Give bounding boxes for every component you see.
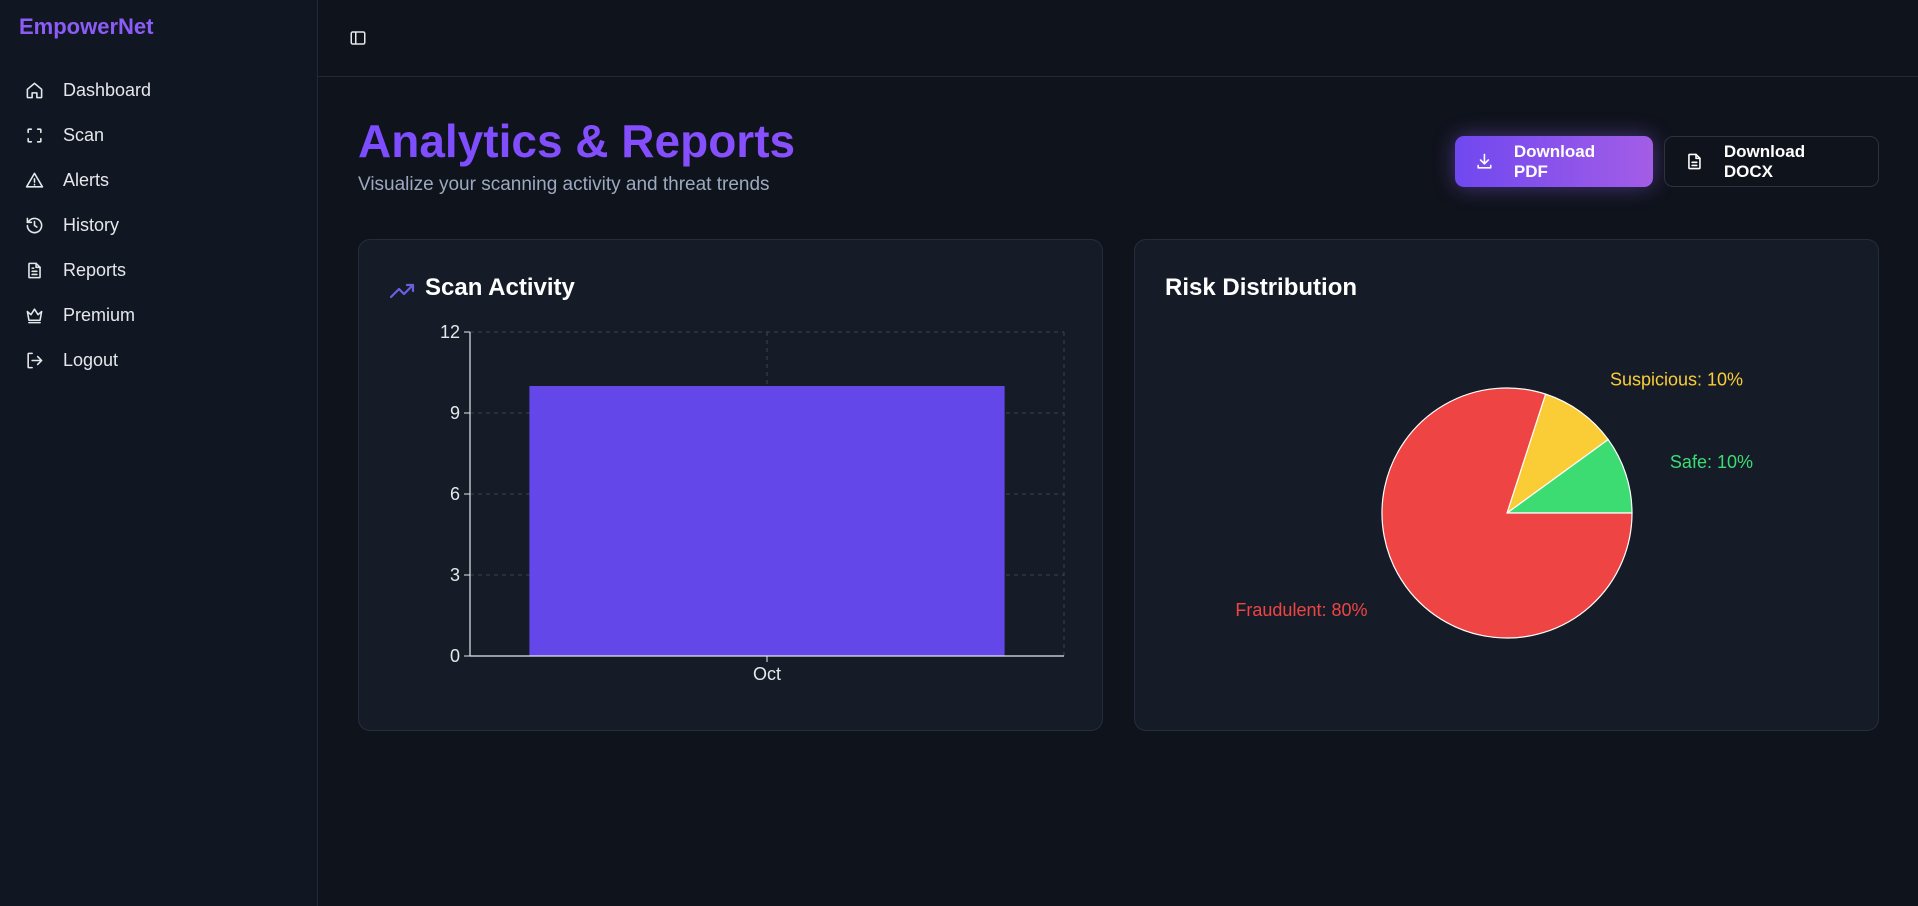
sidebar-item-dashboard[interactable]: Dashboard	[0, 68, 317, 113]
download-pdf-label: Download PDF	[1513, 141, 1596, 181]
history-icon	[24, 216, 44, 236]
scan-icon	[24, 126, 44, 146]
sidebar-item-label: Dashboard	[63, 80, 152, 100]
cards-row: Scan Activity 0 3 6 9 12 Oct Risk Distributio…	[358, 238, 1879, 731]
document-icon	[24, 261, 44, 281]
document-icon	[1688, 153, 1701, 170]
sidebar-item-alerts[interactable]: Alerts	[0, 158, 317, 203]
main-area: Analytics & Reports Visualize your scann…	[318, 0, 1918, 906]
pie-label-suspicious: Suspicious: 10%	[1610, 369, 1743, 389]
sidebar-item-history[interactable]: History	[0, 203, 317, 248]
home-icon	[24, 81, 44, 101]
brand-logo[interactable]: EmpowerNet	[0, 0, 317, 60]
alert-triangle-icon	[24, 171, 44, 191]
logout-icon	[24, 351, 44, 371]
y-tick-label: 3	[450, 565, 460, 585]
sidebar-item-label: Alerts	[63, 170, 110, 190]
sidebar-nav: Dashboard Scan Alerts History Reports Pr…	[0, 60, 317, 383]
sidebar-item-logout[interactable]: Logout	[0, 338, 317, 383]
sidebar-item-label: Reports	[63, 260, 127, 280]
bar-oct[interactable]	[529, 385, 1005, 656]
sidebar-item-label: Logout	[63, 350, 119, 370]
pie-label-safe: Safe: 10%	[1670, 452, 1753, 472]
y-tick-label: 6	[450, 484, 460, 504]
content: Analytics & Reports Visualize your scann…	[318, 77, 1918, 731]
scan-activity-card: Scan Activity 0 3 6 9 12 Oct	[358, 238, 1103, 731]
risk-distribution-chart: Safe: 10% Suspicious: 10% Fraudulent: 80%	[1235, 369, 1753, 639]
scan-activity-chart: 0 3 6 9 12 Oct	[440, 322, 1065, 684]
download-docx-button[interactable]: Download DOCX	[1664, 136, 1879, 187]
sidebar-item-label: Premium	[63, 305, 136, 325]
crown-icon	[24, 306, 44, 326]
y-tick-label: 9	[450, 403, 460, 423]
sidebar-item-label: Scan	[63, 125, 105, 145]
x-tick-label: Oct	[753, 664, 781, 684]
sidebar-item-reports[interactable]: Reports	[0, 248, 317, 293]
download-icon	[1477, 153, 1492, 169]
download-pdf-button[interactable]: Download PDF	[1455, 136, 1653, 187]
sidebar-item-scan[interactable]: Scan	[0, 113, 317, 158]
sidebar-toggle-icon[interactable]	[344, 24, 372, 52]
download-docx-label: Download DOCX	[1723, 141, 1806, 181]
y-tick-label: 0	[450, 646, 460, 666]
sidebar: EmpowerNet Dashboard Scan Alerts History…	[0, 0, 318, 906]
header-actions: Download PDF Download DOCX	[1455, 136, 1879, 187]
risk-distribution-card: Risk Distribution Safe: 10% Suspicious: 1…	[1134, 238, 1879, 731]
pie-label-fraudulent: Fraudulent: 80%	[1235, 600, 1367, 620]
sidebar-item-premium[interactable]: Premium	[0, 293, 317, 338]
y-tick-label: 12	[440, 322, 460, 342]
topbar	[318, 0, 1918, 77]
sidebar-item-label: History	[63, 215, 120, 235]
